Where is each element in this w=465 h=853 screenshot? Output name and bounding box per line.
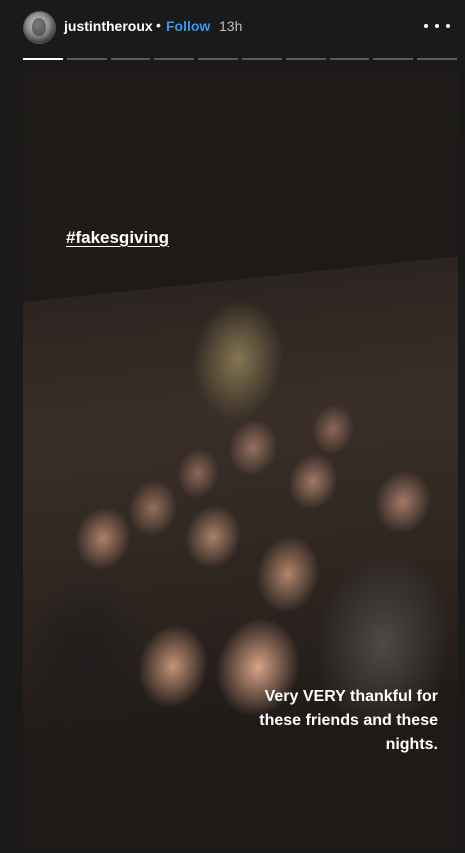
more-options-icon[interactable] <box>424 17 450 35</box>
progress-segment <box>241 58 282 60</box>
user-avatar[interactable] <box>23 11 56 44</box>
more-dot-icon <box>435 24 439 28</box>
progress-segment <box>285 58 326 60</box>
follow-button[interactable]: Follow <box>166 18 210 34</box>
progress-segment <box>373 58 414 60</box>
story-content[interactable]: #fakesgiving Very VERY thankful for thes… <box>23 72 458 850</box>
progress-segment <box>198 58 238 60</box>
progress-segment <box>154 58 195 60</box>
more-dot-icon <box>424 24 428 28</box>
progress-segment <box>66 58 107 60</box>
progress-segment <box>23 58 63 60</box>
story-caption: Very VERY thankful for these friends and… <box>198 685 438 757</box>
story-progress-bar <box>23 58 457 60</box>
progress-segment <box>329 58 370 60</box>
story-header: justintheroux • Follow 13h <box>0 0 465 56</box>
caption-line: these friends and these <box>259 712 438 729</box>
more-dot-icon <box>446 24 450 28</box>
progress-segment <box>417 58 457 60</box>
hashtag-sticker[interactable]: #fakesgiving <box>66 228 169 248</box>
progress-segment <box>110 58 151 60</box>
username-link[interactable]: justintheroux <box>64 18 153 34</box>
separator-dot: • <box>156 17 161 33</box>
caption-line: Very VERY thankful for <box>264 688 438 705</box>
caption-line: nights. <box>385 736 438 753</box>
timestamp: 13h <box>219 18 243 34</box>
